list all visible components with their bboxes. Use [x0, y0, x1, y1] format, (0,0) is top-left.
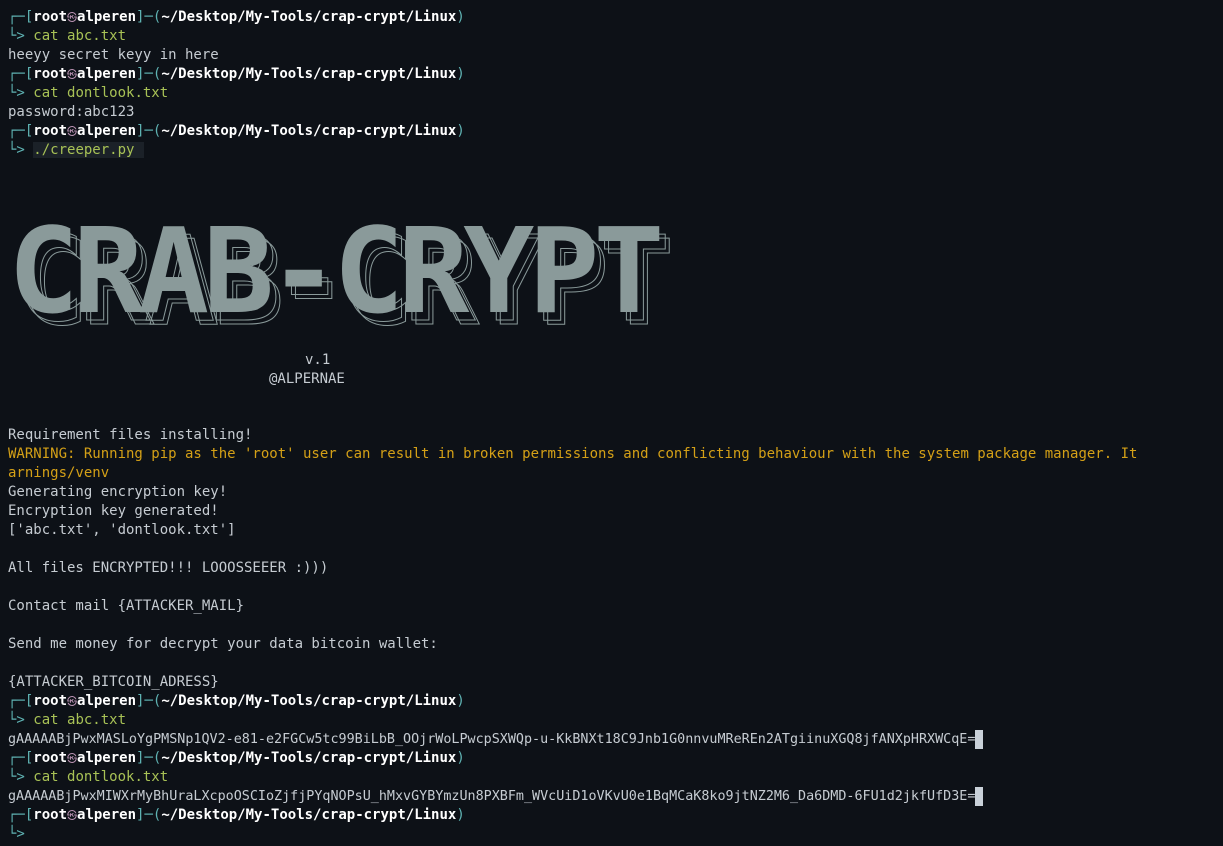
- prompt-arrow: └>: [8, 712, 34, 728]
- ciphertext: gAAAAABjPwxMIWXrMyBhUraLXcpoOSCIoZjfjPYq…: [8, 789, 976, 804]
- command-line: └> cat dontlook.txt: [8, 768, 168, 787]
- author-label: @ALPERNAE: [269, 371, 345, 387]
- ciphertext: gAAAAABjPwxMASLoYgPMSNp1QV2-e81-e2FGCw5t…: [8, 732, 976, 747]
- prompt-bracket: ): [456, 123, 465, 139]
- output-line: heeyy secret keyy in here: [8, 47, 219, 63]
- output-line: Requirement files installing!: [8, 427, 253, 443]
- output-line: All files ENCRYPTED!!! LOOOSSEEER :))): [8, 560, 329, 576]
- prompt-path: ~/Desktop/My-Tools/crap-crypt/Linux: [161, 807, 457, 823]
- prompt-path: ~/Desktop/My-Tools/crap-crypt/Linux: [161, 123, 457, 139]
- prompt-bracket: ]─(: [136, 693, 162, 709]
- output-line: Generating encryption key!: [8, 484, 228, 500]
- prompt-host: alperen: [77, 9, 137, 25]
- prompt-arrow: └>: [8, 28, 34, 44]
- prompt-bracket: ]─(: [136, 66, 162, 82]
- prompt-line: ┌─[root㉿alperen]─(~/Desktop/My-Tools/cra…: [8, 692, 465, 711]
- prompt-line: ┌─[root㉿alperen]─(~/Desktop/My-Tools/cra…: [8, 122, 465, 141]
- prompt-bracket: ]─(: [136, 9, 162, 25]
- prompt-arrow: └>: [8, 769, 34, 785]
- prompt-at-symbol: ㉿: [67, 13, 78, 24]
- prompt-at-symbol: ㉿: [67, 127, 78, 138]
- command-text: cat abc.txt: [33, 28, 127, 44]
- prompt-line: ┌─[root㉿alperen]─(~/Desktop/My-Tools/cra…: [8, 749, 465, 768]
- output-line: gAAAAABjPwxMASLoYgPMSNp1QV2-e81-e2FGCw5t…: [8, 730, 984, 749]
- prompt-user: root: [33, 123, 68, 139]
- prompt-path: ~/Desktop/My-Tools/crap-crypt/Linux: [161, 9, 457, 25]
- prompt-host: alperen: [77, 750, 137, 766]
- prompt-bracket: ]─(: [136, 750, 162, 766]
- prompt-bracket: ┌─[: [8, 750, 34, 766]
- prompt-at-symbol: ㉿: [67, 754, 78, 765]
- output-line: Encryption key generated!: [8, 503, 219, 519]
- command-line: └> cat abc.txt: [8, 27, 126, 46]
- prompt-user: root: [33, 693, 68, 709]
- prompt-path: ~/Desktop/My-Tools/crap-crypt/Linux: [161, 66, 457, 82]
- prompt-user: root: [33, 807, 68, 823]
- output-line: ['abc.txt', 'dontlook.txt']: [8, 522, 236, 538]
- prompt-bracket: ): [456, 9, 465, 25]
- command-text: ./creeper.py: [33, 142, 145, 158]
- prompt-arrow: └>: [8, 142, 34, 158]
- prompt-at-symbol: ㉿: [67, 697, 78, 708]
- command-line: └> cat abc.txt: [8, 711, 126, 730]
- command-text: cat dontlook.txt: [33, 85, 169, 101]
- prompt-path: ~/Desktop/My-Tools/crap-crypt/Linux: [161, 693, 457, 709]
- prompt-bracket: ┌─[: [8, 123, 34, 139]
- banner-title: CRAB-CRYPT: [8, 212, 659, 332]
- prompt-user: root: [33, 750, 68, 766]
- output-line: {ATTACKER_BITCOIN_ADRESS}: [8, 674, 219, 690]
- command-line: └> cat dontlook.txt: [8, 84, 168, 103]
- prompt-host: alperen: [77, 123, 137, 139]
- prompt-bracket: ): [456, 807, 465, 823]
- output-line: Send me money for decrypt your data bitc…: [8, 636, 438, 652]
- prompt-user: root: [33, 66, 68, 82]
- prompt-bracket: ]─(: [136, 807, 162, 823]
- prompt-user: root: [33, 9, 68, 25]
- prompt-line: ┌─[root㉿alperen]─(~/Desktop/My-Tools/cra…: [8, 8, 465, 27]
- output-line: Contact mail {ATTACKER_MAIL}: [8, 598, 245, 614]
- prompt-host: alperen: [77, 807, 137, 823]
- prompt-line: ┌─[root㉿alperen]─(~/Desktop/My-Tools/cra…: [8, 806, 465, 825]
- prompt-arrow: └>: [8, 826, 34, 842]
- warning-line: arnings/venv: [8, 465, 110, 481]
- cursor-block: [975, 787, 984, 806]
- prompt-bracket: ┌─[: [8, 807, 34, 823]
- command-line: └> ./creeper.py: [8, 141, 145, 160]
- command-text: cat dontlook.txt: [33, 769, 169, 785]
- prompt-host: alperen: [77, 693, 137, 709]
- prompt-line: ┌─[root㉿alperen]─(~/Desktop/My-Tools/cra…: [8, 65, 465, 84]
- output-line: gAAAAABjPwxMIWXrMyBhUraLXcpoOSCIoZjfjPYq…: [8, 787, 984, 806]
- prompt-bracket: ┌─[: [8, 9, 34, 25]
- output-line: password:abc123: [8, 104, 135, 120]
- terminal-window[interactable]: ┌─[root㉿alperen]─(~/Desktop/My-Tools/cra…: [0, 0, 1223, 846]
- prompt-path: ~/Desktop/My-Tools/crap-crypt/Linux: [161, 750, 457, 766]
- prompt-at-symbol: ㉿: [67, 70, 78, 81]
- command-input-line[interactable]: └>: [8, 825, 33, 844]
- prompt-bracket: ]─(: [136, 123, 162, 139]
- cursor-block: [975, 730, 984, 749]
- version-label: v.1: [305, 352, 331, 368]
- prompt-bracket: ): [456, 693, 465, 709]
- prompt-bracket: ): [456, 750, 465, 766]
- prompt-host: alperen: [77, 66, 137, 82]
- prompt-at-symbol: ㉿: [67, 811, 78, 822]
- prompt-bracket: ┌─[: [8, 66, 34, 82]
- prompt-bracket: ┌─[: [8, 693, 34, 709]
- warning-line: WARNING: Running pip as the 'root' user …: [8, 446, 1138, 462]
- crab-crypt-banner: CRAB-CRYPT CRAB-CRYPT CRAB-CRYPT: [8, 212, 676, 332]
- prompt-bracket: ): [456, 66, 465, 82]
- prompt-arrow: └>: [8, 85, 34, 101]
- command-text: cat abc.txt: [33, 712, 127, 728]
